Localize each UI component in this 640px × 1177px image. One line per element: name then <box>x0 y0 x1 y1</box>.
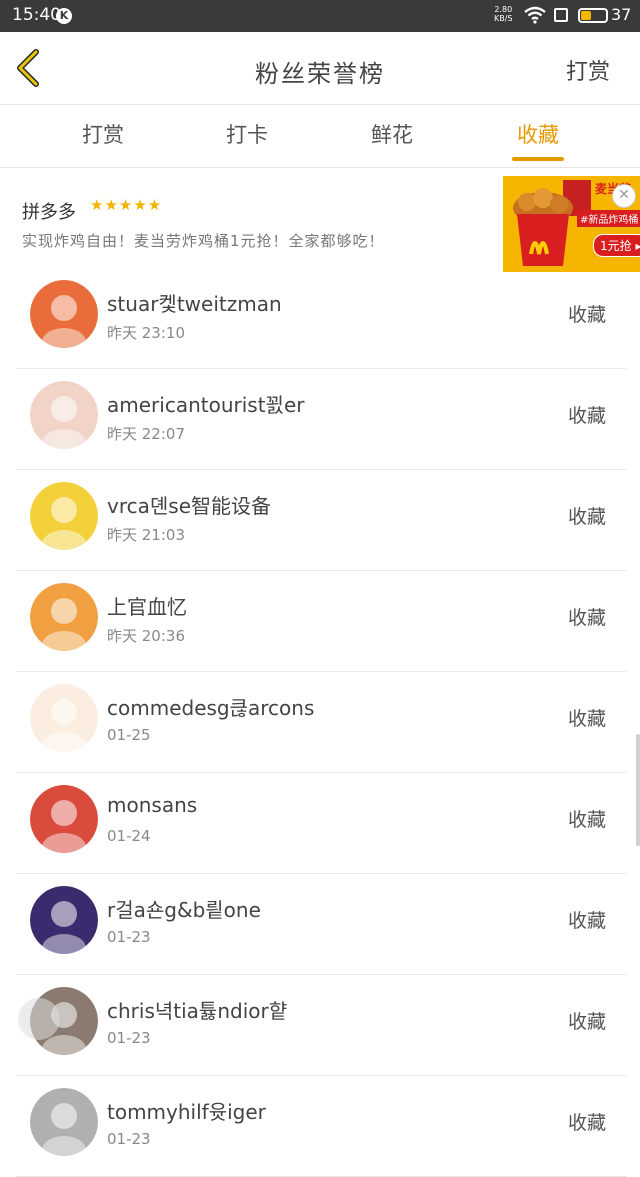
tab-reward[interactable]: 打赏 <box>58 119 148 149</box>
favorite-label: 收藏 <box>567 506 606 528</box>
favorite-time: 昨天 21:03 <box>107 526 185 544</box>
ad-image-button: 1元抢 ▸ <box>593 234 640 257</box>
ad-description: 实现炸鸡自由！麦当劳炸鸡桶1元抢！全家都够吃！ <box>22 232 385 250</box>
list-item[interactable]: vrca뎬se智能设备昨天 21:03 收藏 <box>16 470 626 571</box>
user-name[interactable]: monsans <box>107 793 197 817</box>
tab-favorites[interactable]: 收藏 <box>493 119 583 149</box>
avatar[interactable] <box>30 583 98 651</box>
user-name[interactable]: r걸a숀g&b릩one <box>107 894 261 923</box>
ad-image[interactable]: 麦当劳 #新品炸鸡桶 1元抢 ▸ ✕ <box>503 176 640 272</box>
favorite-time: 昨天 23:10 <box>107 324 185 342</box>
list-item[interactable]: r걸a숀g&b릩one 01-23 收藏 <box>16 874 626 975</box>
favorite-label: 收藏 <box>567 1112 606 1134</box>
list-item[interactable]: chris녁tia튫ndior햩 01-23 收藏 <box>16 975 626 1076</box>
favorite-label: 收藏 <box>567 809 606 831</box>
favorite-label: 收藏 <box>567 1011 606 1033</box>
tab-bar: 打赏 打卡 鲜花 收藏 <box>0 105 640 168</box>
list-item[interactable]: commedesg큲arcons 01-25 收藏 <box>16 672 626 773</box>
favorite-label: 收藏 <box>567 405 606 427</box>
active-tab-indicator <box>512 157 564 161</box>
tab-flowers[interactable]: 鲜花 <box>347 119 437 149</box>
net-speed: 2.80 KB/S <box>494 5 513 23</box>
list-item[interactable]: tommyhilf윳iger 01-23 收藏 <box>16 1076 626 1177</box>
ad-rating-stars: ★★★★★ <box>90 196 163 214</box>
user-name[interactable]: vrca뎬se智能设备 <box>107 490 271 519</box>
list-item[interactable]: monsans 01-24 收藏 <box>16 773 626 874</box>
list-item[interactable]: stuar켗tweitzman 昨天 23:10 收藏 <box>16 268 626 369</box>
avatar[interactable] <box>30 684 98 752</box>
battery-percent: 37 <box>611 5 632 24</box>
ad-title: 拼多多 <box>22 202 76 223</box>
user-name[interactable]: americantourist꾌er <box>107 389 304 418</box>
floating-button[interactable] <box>18 998 60 1040</box>
avatar[interactable] <box>30 280 98 348</box>
tab-checkin[interactable]: 打卡 <box>202 119 292 149</box>
user-name[interactable]: chris녁tia튫ndior햩 <box>107 995 287 1024</box>
user-name[interactable]: commedesg큲arcons <box>107 692 314 721</box>
avatar[interactable] <box>30 886 98 954</box>
battery-icon <box>578 8 608 23</box>
scrollbar[interactable] <box>636 734 640 846</box>
reward-button[interactable]: 打赏 <box>566 54 610 86</box>
favorite-label: 收藏 <box>567 607 606 629</box>
top-bar: 粉丝荣誉榜 打赏 <box>0 32 640 105</box>
favorite-time: 01-23 <box>107 1130 151 1148</box>
list-item[interactable]: americantourist꾌er 昨天 22:07 收藏 <box>16 369 626 470</box>
status-time: 15:40 <box>12 5 61 25</box>
ad-banner[interactable]: 拼多多 ★★★★★ 实现炸鸡自由！麦当劳炸鸡桶1元抢！全家都够吃！ 麦当劳 #新… <box>0 168 640 272</box>
favorite-label: 收藏 <box>567 910 606 932</box>
page-title: 粉丝荣誉榜 <box>255 60 385 88</box>
user-name[interactable]: 上官血忆 <box>107 591 187 620</box>
net-speed-unit: KB/S <box>494 14 513 23</box>
favorite-time: 01-23 <box>107 928 151 946</box>
app-badge-icon: K <box>56 8 72 24</box>
ad-image-caption: #新品炸鸡桶 <box>577 210 640 227</box>
close-icon[interactable]: ✕ <box>612 184 636 208</box>
screen-icon <box>554 8 568 22</box>
favorite-time: 昨天 22:07 <box>107 425 185 443</box>
avatar[interactable] <box>30 785 98 853</box>
user-name[interactable]: tommyhilf윳iger <box>107 1096 266 1125</box>
user-name[interactable]: stuar켗tweitzman <box>107 288 282 317</box>
avatar[interactable] <box>30 482 98 550</box>
net-speed-value: 2.80 <box>494 5 513 14</box>
favorites-list: stuar켗tweitzman 昨天 23:10 收藏 americantourist… <box>0 268 640 1177</box>
status-bar: 15:40 K 2.80 KB/S 37 <box>0 0 640 32</box>
avatar[interactable] <box>30 1088 98 1156</box>
avatar[interactable] <box>30 381 98 449</box>
favorite-time: 01-25 <box>107 726 151 744</box>
wifi-icon <box>524 6 546 24</box>
list-item[interactable]: 上官血忆昨天 20:36 收藏 <box>16 571 626 672</box>
favorite-time: 01-23 <box>107 1029 151 1047</box>
battery-fill <box>581 11 591 20</box>
favorite-time: 01-24 <box>107 827 151 845</box>
favorite-label: 收藏 <box>567 708 606 730</box>
favorite-time: 昨天 20:36 <box>107 627 185 645</box>
favorite-label: 收藏 <box>567 304 606 326</box>
